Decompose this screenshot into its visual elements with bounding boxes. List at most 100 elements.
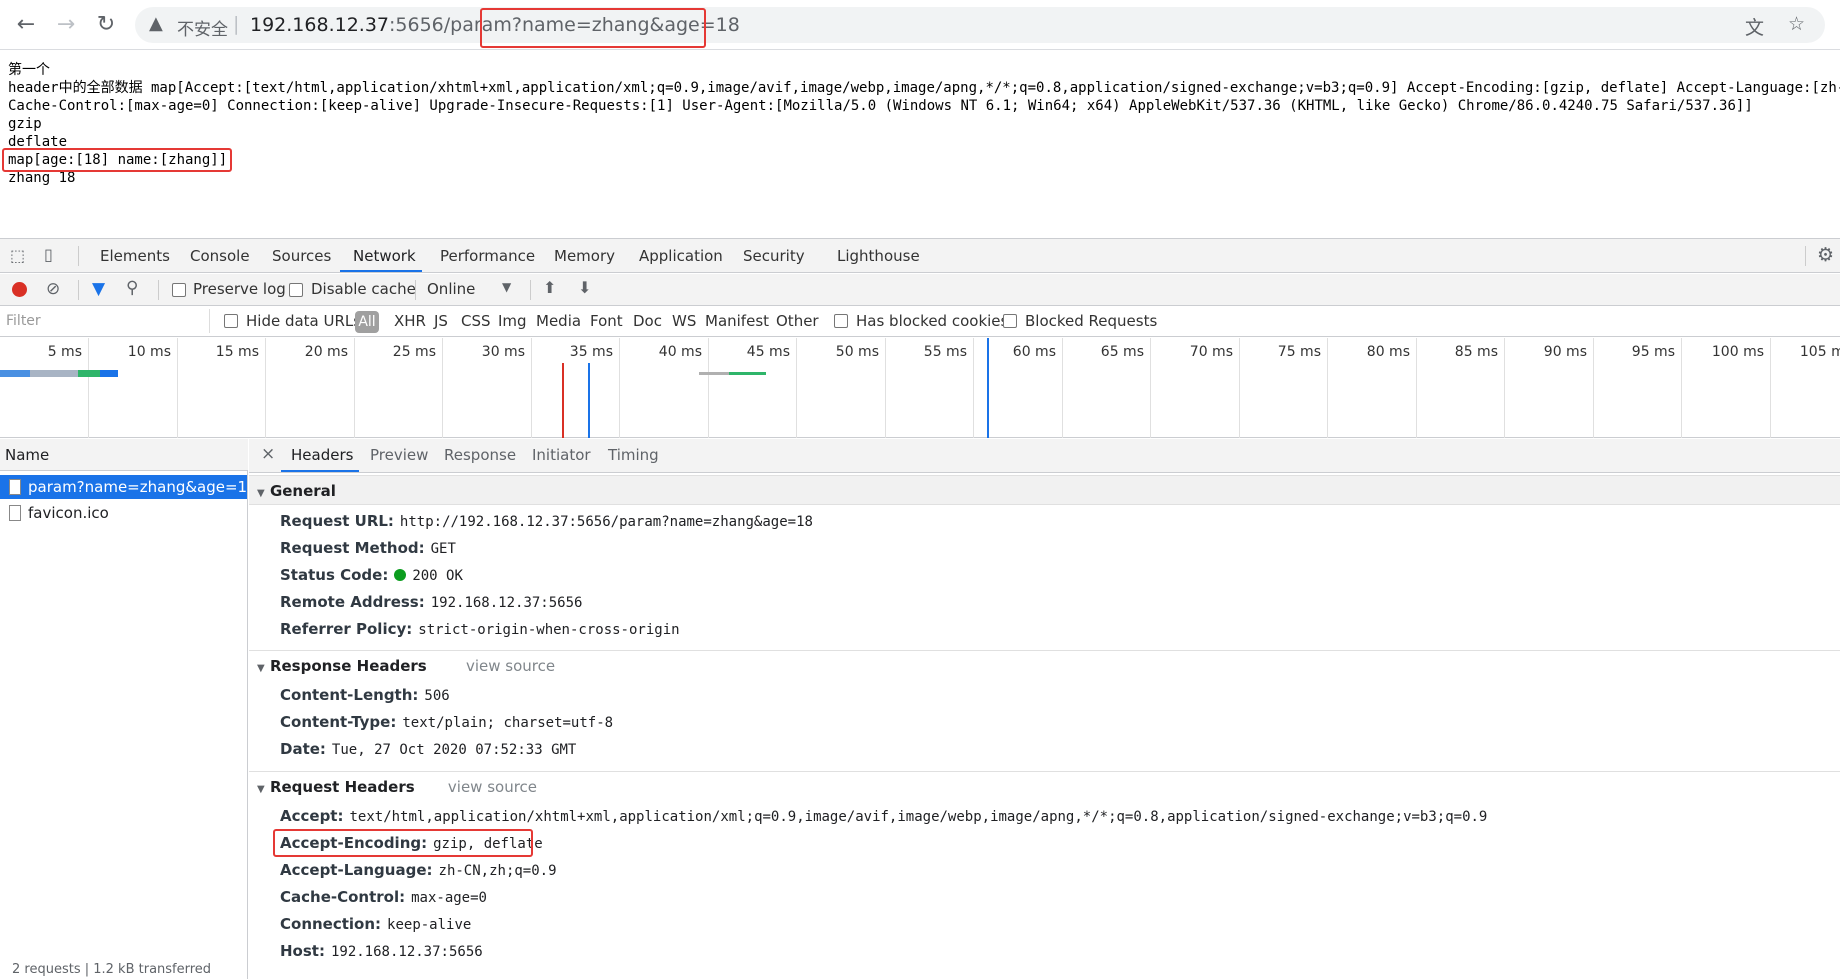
timeline-tick-label: 55 ms [923, 344, 967, 360]
timeline-gridline [885, 338, 886, 438]
separator: | [233, 13, 240, 35]
filter-media[interactable]: Media [536, 312, 581, 330]
connection-row: Connection: keep-alive [280, 915, 472, 933]
filter-other[interactable]: Other [776, 312, 819, 330]
timeline-gridline [177, 338, 178, 438]
request-summary: 2 requests | 1.2 kB transferred [12, 962, 212, 977]
page-line-2: header中的全部数据 map[Accept:[text/html,appli… [8, 80, 1840, 96]
reload-button[interactable]: ↻ [92, 11, 120, 39]
general-section-header[interactable]: ▼ General [249, 475, 1840, 505]
timeline-tick-label: 35 ms [569, 344, 613, 360]
tab-memory[interactable]: Memory [554, 247, 615, 265]
tab-network[interactable]: Network [353, 247, 416, 265]
filter-js[interactable]: JS [434, 312, 448, 330]
tab-response[interactable]: Response [444, 446, 516, 464]
timeline-bar [100, 370, 118, 377]
tab-performance[interactable]: Performance [440, 247, 535, 265]
timeline-bar [0, 370, 30, 377]
timeline-tick-label: 15 ms [215, 344, 259, 360]
filter-manifest[interactable]: Manifest [705, 312, 769, 330]
timeline-gridline [442, 338, 443, 438]
tab-timing[interactable]: Timing [608, 446, 659, 464]
filter-input[interactable]: Filter [0, 309, 210, 333]
throttle-select[interactable]: Online [427, 280, 475, 298]
triangle-down-icon: ▼ [257, 784, 265, 795]
timeline-gridline [1150, 338, 1151, 438]
forward-button[interactable]: → [52, 11, 80, 39]
timeline-gridline [1327, 338, 1328, 438]
clear-icon[interactable]: ⊘ [46, 279, 60, 299]
accept-language-row: Accept-Language: zh-CN,zh;q=0.9 [280, 861, 557, 879]
star-icon[interactable]: ☆ [1788, 13, 1805, 35]
request-row-param[interactable]: param?name=zhang&age=18 [0, 475, 257, 499]
tab-headers[interactable]: Headers [291, 446, 353, 464]
inspect-icon[interactable]: ⬚ [10, 246, 25, 265]
chevron-down-icon[interactable]: ▼ [502, 280, 511, 294]
hide-data-urls-checkbox[interactable] [224, 314, 238, 328]
page-content: 第一个 header中的全部数据 map[Accept:[text/html,a… [0, 51, 1840, 237]
preserve-log-checkbox[interactable] [172, 283, 186, 297]
tab-initiator[interactable]: Initiator [532, 446, 591, 464]
tab-security[interactable]: Security [743, 247, 805, 265]
timeline-tick-label: 25 ms [392, 344, 436, 360]
timeline-tick-label: 60 ms [1012, 344, 1056, 360]
search-icon[interactable]: ⚲ [126, 278, 138, 298]
timeline-tick-label: 10 ms [127, 344, 171, 360]
export-har-icon[interactable]: ⬇ [578, 278, 591, 297]
timeline-gridline [973, 338, 974, 438]
timeline-gridline [1504, 338, 1505, 438]
back-button[interactable]: ← [12, 11, 40, 39]
timeline-gridline [88, 338, 89, 438]
filter-ws[interactable]: WS [672, 312, 696, 330]
disable-cache-checkbox[interactable] [289, 283, 303, 297]
request-headers-section-header[interactable]: ▼ Request Headers view source [249, 772, 1840, 802]
divider [415, 280, 416, 300]
filter-icon[interactable]: ▼ [92, 279, 105, 299]
gear-icon[interactable]: ⚙ [1817, 244, 1834, 266]
response-headers-section-header[interactable]: ▼ Response Headers view source [249, 651, 1840, 681]
translate-icon[interactable]: 文 [1745, 13, 1764, 40]
name-column-label: Name [5, 446, 50, 464]
content-type-row: Content-Type: text/plain; charset=utf-8 [280, 713, 614, 731]
view-source-link[interactable]: view source [466, 657, 555, 675]
params-map-highlight [2, 148, 232, 172]
filter-css[interactable]: CSS [461, 312, 491, 330]
tab-application[interactable]: Application [639, 247, 723, 265]
tab-lighthouse[interactable]: Lighthouse [837, 247, 920, 265]
timeline-tick-label: 45 ms [746, 344, 790, 360]
tab-preview[interactable]: Preview [370, 446, 428, 464]
divider [530, 280, 531, 300]
network-overview-timeline[interactable]: 5 ms 10 ms 15 ms 20 ms 25 ms 30 ms 35 ms 40 ms 4… [0, 338, 1840, 438]
dom-content-loaded-line [588, 363, 590, 438]
active-tab-indicator [340, 270, 422, 272]
accept-row: Accept: text/html,application/xhtml+xml,a… [280, 807, 1488, 825]
request-row-favicon[interactable]: favicon.ico [0, 501, 247, 525]
has-blocked-cookies-label: Has blocked cookies [856, 312, 1009, 330]
timeline-gridline [354, 338, 355, 438]
device-toolbar-icon[interactable]: ▯ [44, 245, 53, 264]
view-source-link[interactable]: view source [448, 778, 537, 796]
date-row: Date: Tue, 27 Oct 2020 07:52:33 GMT [280, 740, 577, 758]
address-bar[interactable]: ▲ 不安全 | 192.168.12.37:5656/param?name=zh… [135, 7, 1825, 43]
tab-sources[interactable]: Sources [272, 247, 331, 265]
filter-font[interactable]: Font [590, 312, 623, 330]
section-title: Response Headers [269, 657, 427, 675]
triangle-down-icon: ▼ [257, 488, 265, 499]
filter-xhr[interactable]: XHR [394, 312, 426, 330]
blocked-requests-checkbox[interactable] [1003, 314, 1017, 328]
tab-elements[interactable]: Elements [100, 247, 170, 265]
import-har-icon[interactable]: ⬆ [543, 278, 556, 297]
timeline-gridline [1681, 338, 1682, 438]
tab-console[interactable]: Console [190, 247, 250, 265]
has-blocked-cookies-checkbox[interactable] [834, 314, 848, 328]
name-column-header[interactable]: Name [0, 439, 248, 471]
filter-doc[interactable]: Doc [633, 312, 662, 330]
filter-img[interactable]: Img [498, 312, 527, 330]
close-icon[interactable]: × [261, 444, 275, 464]
filter-all[interactable]: All [355, 311, 379, 333]
detail-tabbar: × Headers Preview Response Initiator Tim… [249, 439, 1840, 473]
timeline-tick-label: 5 ms [47, 344, 82, 360]
status-code-row: Status Code: 200 OK [280, 566, 463, 584]
network-toolbar: ⊘ ▼ ⚲ Preserve log Disable cache Online … [0, 274, 1840, 306]
record-icon[interactable] [12, 282, 27, 297]
